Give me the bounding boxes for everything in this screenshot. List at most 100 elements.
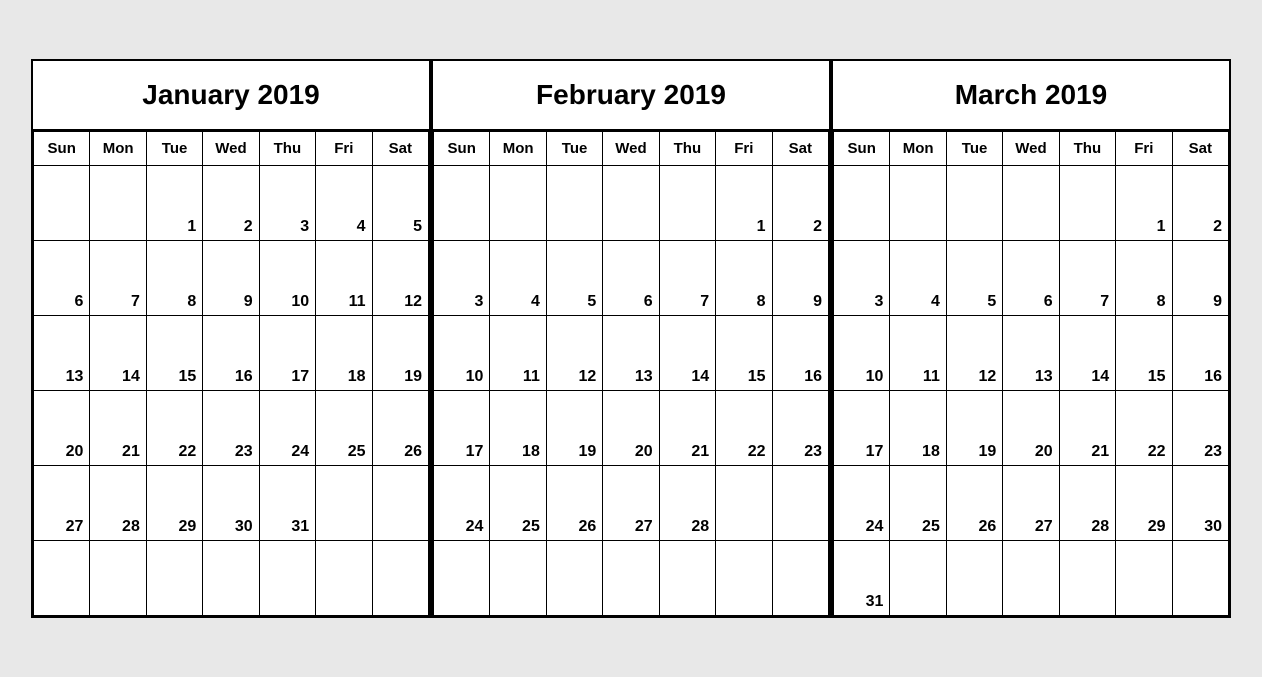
calendar-day-cell: 10 bbox=[434, 316, 490, 391]
calendar-day-cell: 2 bbox=[1172, 166, 1228, 241]
calendar-day-cell bbox=[659, 166, 715, 241]
calendar-day-cell bbox=[372, 466, 428, 541]
calendar-day-cell: 16 bbox=[203, 316, 259, 391]
calendar-day-cell: 7 bbox=[659, 241, 715, 316]
table-row: 24252627282930 bbox=[834, 466, 1229, 541]
calendar-day-cell bbox=[1003, 541, 1059, 616]
calendar-day-cell: 22 bbox=[1116, 391, 1172, 466]
calendar-day-cell bbox=[659, 541, 715, 616]
calendar-title-february: February 2019 bbox=[433, 61, 829, 131]
table-row: 3456789 bbox=[434, 241, 829, 316]
calendar-table-march: SunMonTueWedThuFriSat1234567891011121314… bbox=[833, 131, 1229, 616]
day-header-mon: Mon bbox=[90, 132, 146, 166]
calendar-title-march: March 2019 bbox=[833, 61, 1229, 131]
calendar-day-cell: 3 bbox=[434, 241, 490, 316]
calendar-day-cell: 12 bbox=[946, 316, 1002, 391]
calendar-day-cell: 22 bbox=[716, 391, 772, 466]
calendar-day-cell bbox=[146, 541, 202, 616]
calendar-title-january: January 2019 bbox=[33, 61, 429, 131]
calendar-day-cell: 28 bbox=[90, 466, 146, 541]
table-row: 2728293031 bbox=[34, 466, 429, 541]
calendar-day-cell: 15 bbox=[1116, 316, 1172, 391]
calendar-day-cell: 19 bbox=[946, 391, 1002, 466]
calendar-day-cell: 17 bbox=[434, 391, 490, 466]
calendar-day-cell: 14 bbox=[659, 316, 715, 391]
table-row: 31 bbox=[834, 541, 1229, 616]
calendar-day-cell bbox=[546, 166, 602, 241]
calendars-wrapper: January 2019SunMonTueWedThuFriSat1234567… bbox=[21, 49, 1241, 628]
calendar-day-cell: 22 bbox=[146, 391, 202, 466]
calendar-day-cell: 10 bbox=[834, 316, 890, 391]
table-row: 13141516171819 bbox=[34, 316, 429, 391]
calendar-day-cell: 25 bbox=[890, 466, 946, 541]
calendar-day-cell: 13 bbox=[34, 316, 90, 391]
calendar-day-cell: 8 bbox=[146, 241, 202, 316]
calendar-day-cell bbox=[434, 166, 490, 241]
calendar-day-cell: 30 bbox=[1172, 466, 1228, 541]
calendar-day-cell bbox=[34, 166, 90, 241]
day-header-sun: Sun bbox=[834, 132, 890, 166]
calendar-day-cell: 16 bbox=[1172, 316, 1228, 391]
calendar-day-cell: 25 bbox=[490, 466, 546, 541]
table-row: 20212223242526 bbox=[34, 391, 429, 466]
day-header-thu: Thu bbox=[659, 132, 715, 166]
calendar-february: February 2019SunMonTueWedThuFriSat123456… bbox=[431, 59, 831, 618]
calendar-day-cell: 11 bbox=[316, 241, 372, 316]
calendar-day-cell: 21 bbox=[90, 391, 146, 466]
calendar-day-cell: 27 bbox=[603, 466, 659, 541]
calendar-day-cell: 2 bbox=[203, 166, 259, 241]
calendar-day-cell: 13 bbox=[603, 316, 659, 391]
calendar-day-cell: 24 bbox=[259, 391, 315, 466]
table-row: 3456789 bbox=[834, 241, 1229, 316]
calendar-day-cell bbox=[603, 541, 659, 616]
table-row: 17181920212223 bbox=[834, 391, 1229, 466]
table-row: 17181920212223 bbox=[434, 391, 829, 466]
calendar-day-cell: 15 bbox=[716, 316, 772, 391]
calendar-day-cell: 5 bbox=[546, 241, 602, 316]
calendar-day-cell bbox=[1003, 166, 1059, 241]
calendar-day-cell: 27 bbox=[34, 466, 90, 541]
calendar-day-cell: 24 bbox=[434, 466, 490, 541]
day-header-sun: Sun bbox=[434, 132, 490, 166]
calendar-day-cell: 11 bbox=[890, 316, 946, 391]
calendar-day-cell: 17 bbox=[259, 316, 315, 391]
calendar-day-cell: 20 bbox=[603, 391, 659, 466]
calendar-day-cell: 3 bbox=[259, 166, 315, 241]
calendar-day-cell: 26 bbox=[372, 391, 428, 466]
calendar-day-cell: 12 bbox=[372, 241, 428, 316]
calendar-day-cell: 26 bbox=[546, 466, 602, 541]
day-header-sat: Sat bbox=[372, 132, 428, 166]
calendar-day-cell bbox=[259, 541, 315, 616]
calendar-day-cell: 14 bbox=[1059, 316, 1115, 391]
calendar-day-cell: 11 bbox=[490, 316, 546, 391]
calendar-day-cell: 18 bbox=[490, 391, 546, 466]
calendar-day-cell bbox=[316, 541, 372, 616]
calendar-day-cell: 7 bbox=[1059, 241, 1115, 316]
calendar-day-cell bbox=[316, 466, 372, 541]
calendar-day-cell bbox=[434, 541, 490, 616]
calendar-day-cell bbox=[490, 166, 546, 241]
calendar-day-cell: 18 bbox=[890, 391, 946, 466]
calendar-day-cell bbox=[946, 541, 1002, 616]
day-header-thu: Thu bbox=[1059, 132, 1115, 166]
calendar-day-cell: 25 bbox=[316, 391, 372, 466]
calendar-day-cell: 31 bbox=[259, 466, 315, 541]
day-header-wed: Wed bbox=[1003, 132, 1059, 166]
table-row: 12345 bbox=[34, 166, 429, 241]
calendar-day-cell: 20 bbox=[34, 391, 90, 466]
calendar-day-cell bbox=[34, 541, 90, 616]
calendar-day-cell: 29 bbox=[1116, 466, 1172, 541]
calendar-day-cell: 23 bbox=[203, 391, 259, 466]
calendar-day-cell: 6 bbox=[1003, 241, 1059, 316]
calendar-day-cell: 28 bbox=[1059, 466, 1115, 541]
table-row bbox=[34, 541, 429, 616]
calendar-day-cell: 9 bbox=[772, 241, 828, 316]
calendar-day-cell bbox=[716, 466, 772, 541]
calendar-day-cell: 1 bbox=[146, 166, 202, 241]
calendar-day-cell: 13 bbox=[1003, 316, 1059, 391]
calendar-day-cell: 6 bbox=[603, 241, 659, 316]
calendar-day-cell: 7 bbox=[90, 241, 146, 316]
calendar-day-cell bbox=[203, 541, 259, 616]
calendar-day-cell: 4 bbox=[890, 241, 946, 316]
calendar-day-cell bbox=[90, 166, 146, 241]
